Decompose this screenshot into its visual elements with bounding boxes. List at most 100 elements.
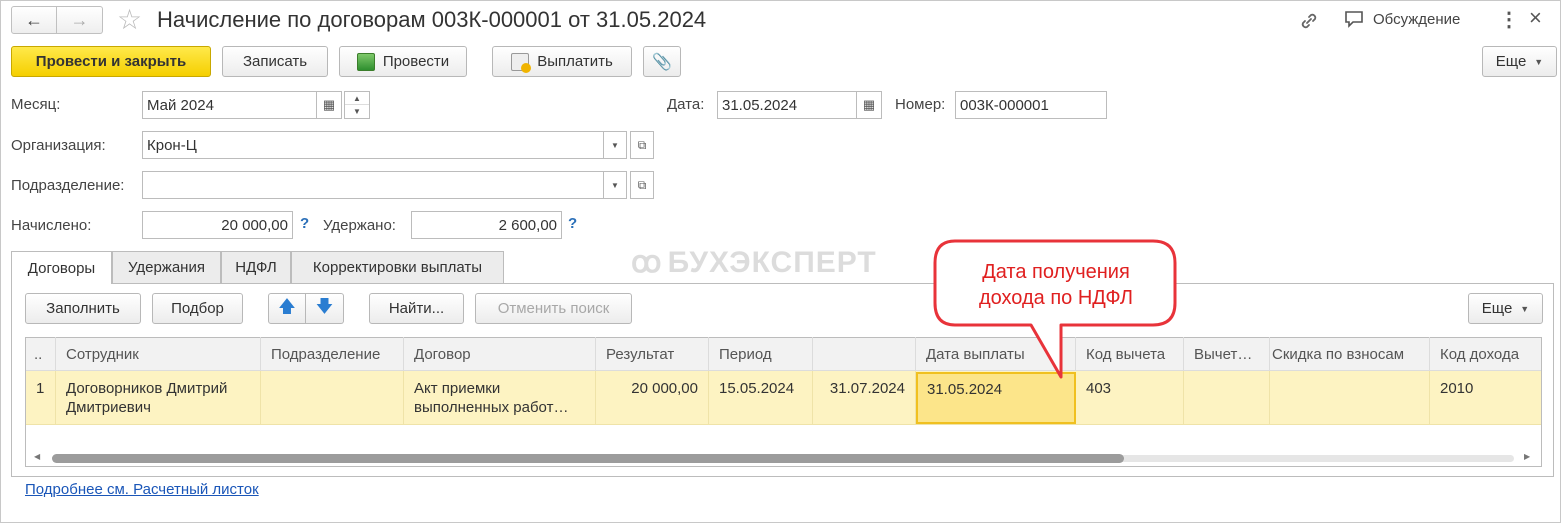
discussion-button[interactable]: Обсуждение (1343, 9, 1460, 29)
cell-income-code: 2010 (1440, 380, 1474, 397)
month-input[interactable]: Май 2024 (142, 91, 317, 119)
watermark: ꝏ БУХЭКСПЕРТ (631, 245, 877, 280)
calendar-icon: ▦ (322, 97, 336, 112)
open-form-icon: ⧉ (637, 177, 647, 192)
post-and-close-button[interactable]: Провести и закрыть (11, 46, 211, 77)
accrued-label: Начислено: (11, 217, 92, 234)
pay-button[interactable]: Выплатить (492, 46, 632, 77)
cell-contract: Акт приемки выполненных работ… (404, 371, 596, 425)
col-header-income-code[interactable]: Код дохода (1430, 337, 1541, 371)
col-header-deduction[interactable]: Вычет… (1184, 337, 1270, 371)
chevron-down-icon[interactable]: ▼ (345, 105, 369, 118)
scroll-left-icon[interactable]: ◀ (34, 452, 40, 461)
col-header-employee[interactable]: Сотрудник (56, 337, 261, 371)
document-window: ← → ☆ Начисление по договорам 003К-00000… (0, 0, 1561, 523)
arrow-up-icon: 🡅 (278, 297, 296, 316)
col-header-period-end[interactable] (813, 337, 916, 371)
cell-period: 15.05.2024 (709, 371, 813, 425)
col-header-index[interactable]: .. (26, 337, 56, 371)
accrued-value: 20 000,00 (142, 211, 293, 239)
table-more-label: Еще (1481, 300, 1513, 317)
number-input[interactable]: 003К-000001 (955, 91, 1107, 119)
withheld-value: 2 600,00 (411, 211, 562, 239)
forward-button[interactable]: → (57, 6, 103, 34)
close-icon[interactable]: × (1529, 5, 1542, 31)
cancel-search-button[interactable]: Отменить поиск (475, 293, 632, 324)
cell-contribution-discount (1270, 371, 1430, 425)
scroll-right-icon[interactable]: ▶ (1524, 452, 1530, 461)
more-button-label: Еще (1495, 53, 1527, 70)
org-input[interactable]: Крон-Ц (142, 131, 604, 159)
withheld-help-icon[interactable]: ? (568, 215, 577, 232)
back-button[interactable]: ← (11, 6, 57, 34)
save-button[interactable]: Записать (222, 46, 328, 77)
cell-deduction (1184, 371, 1270, 425)
org-label: Организация: (11, 137, 106, 154)
month-spinner[interactable]: ▲ ▼ (344, 91, 370, 119)
fill-button[interactable]: Заполнить (25, 293, 141, 324)
col-header-department[interactable]: Подразделение (261, 337, 404, 371)
calendar-icon: ▦ (862, 97, 876, 112)
move-down-button[interactable]: 🡇 (306, 293, 344, 324)
org-dropdown-button[interactable]: ▼ (603, 131, 627, 159)
post-doc-icon (356, 52, 375, 71)
scrollbar-thumb[interactable] (52, 454, 1124, 463)
window-title: Начисление по договорам 003К-000001 от 3… (157, 7, 707, 32)
chevron-down-icon: ▼ (1520, 303, 1530, 314)
org-open-button[interactable]: ⧉ (630, 131, 654, 159)
withheld-label: Удержано: (323, 217, 396, 234)
chevron-up-icon[interactable]: ▲ (345, 92, 369, 105)
date-input[interactable]: 31.05.2024 (717, 91, 857, 119)
col-header-contract[interactable]: Договор (404, 337, 596, 371)
find-button[interactable]: Найти... (369, 293, 464, 324)
dept-input[interactable] (142, 171, 604, 199)
move-up-button[interactable]: 🡅 (268, 293, 306, 324)
cell-result: 20 000,00 (596, 371, 709, 425)
pay-button-label: Выплатить (537, 53, 613, 70)
col-header-period[interactable]: Период (709, 337, 813, 371)
discussion-label: Обсуждение (1373, 10, 1461, 28)
pay-doc-icon (511, 52, 532, 73)
arrow-right-icon: → (70, 9, 89, 30)
post-button[interactable]: Провести (339, 46, 467, 77)
dept-label: Подразделение: (11, 177, 125, 194)
chevron-down-icon: ▼ (611, 180, 619, 190)
paperclip-icon: 📎 (652, 53, 672, 71)
chevron-down-icon: ▼ (1534, 56, 1544, 67)
post-button-label: Провести (382, 53, 450, 70)
number-label: Номер: (895, 96, 946, 113)
open-form-icon: ⧉ (637, 137, 647, 152)
payslip-link[interactable]: Подробнее см. Расчетный листок (25, 481, 259, 498)
arrow-down-icon: 🡇 (315, 297, 334, 316)
chevron-down-icon: ▼ (611, 140, 619, 150)
favorite-star-icon[interactable]: ☆ (117, 3, 142, 37)
tab-contracts[interactable]: Договоры (11, 251, 112, 284)
col-header-result[interactable]: Результат (596, 337, 709, 371)
cell-employee: Договорников Дмитрий Дмитриевич (56, 371, 261, 425)
col-header-contribution-discount[interactable]: Скидка по взносам (1270, 337, 1430, 371)
dept-dropdown-button[interactable]: ▼ (603, 171, 627, 199)
date-label: Дата: (667, 96, 705, 113)
attach-button[interactable]: 📎 (643, 46, 681, 77)
horizontal-scrollbar[interactable]: ◀ ▶ (26, 450, 1541, 466)
watermark-logo-icon: ꝏ (631, 246, 661, 279)
link-icon[interactable] (1297, 9, 1321, 33)
select-button[interactable]: Подбор (152, 293, 243, 324)
accrued-help-icon[interactable]: ? (300, 215, 309, 232)
table-more-button[interactable]: Еще ▼ (1468, 293, 1543, 324)
cell-index: 1 (26, 371, 56, 425)
arrow-left-icon: ← (25, 9, 43, 30)
month-calendar-button[interactable]: ▦ (316, 91, 342, 119)
cell-period-end: 31.07.2024 (813, 371, 916, 425)
callout-text: Дата получения дохода по НДФЛ (978, 261, 1134, 309)
dept-open-button[interactable]: ⧉ (630, 171, 654, 199)
tab-deductions[interactable]: Удержания (112, 251, 221, 283)
tab-ndfl[interactable]: НДФЛ (221, 251, 291, 283)
cell-department (261, 371, 404, 425)
chat-icon (1345, 11, 1363, 28)
tab-payment-adjustments[interactable]: Корректировки выплаты (291, 251, 504, 283)
watermark-text: БУХЭКСПЕРТ (667, 245, 877, 279)
kebab-menu-icon[interactable]: ⋮ (1499, 7, 1519, 32)
more-button[interactable]: Еще ▼ (1482, 46, 1557, 77)
date-calendar-button[interactable]: ▦ (856, 91, 882, 119)
